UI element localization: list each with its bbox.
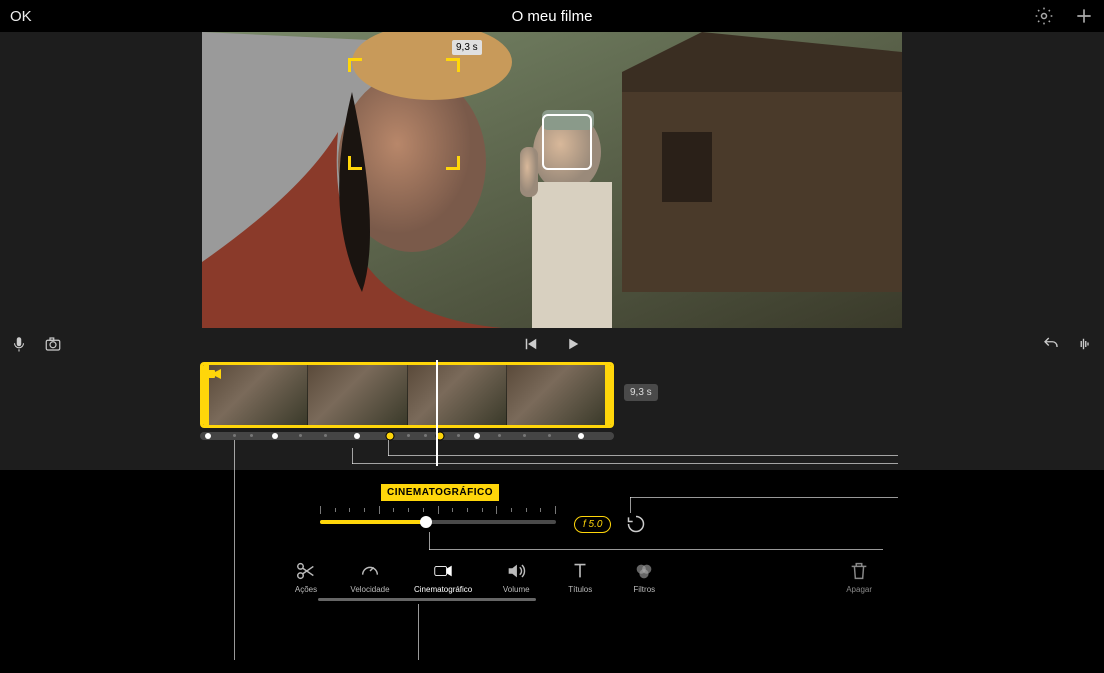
tool-titles[interactable]: Títulos — [560, 560, 600, 594]
timeline[interactable]: 9,3 s — [0, 360, 1104, 470]
volume-icon — [505, 560, 527, 582]
tool-volume[interactable]: Volume — [496, 560, 536, 594]
delete-button[interactable]: Apagar — [846, 560, 872, 594]
header-bar: OK O meu filme — [0, 0, 1104, 32]
titles-icon — [569, 560, 591, 582]
speedometer-icon — [359, 560, 381, 582]
guide-line — [630, 497, 631, 513]
prev-frame-button[interactable] — [522, 335, 540, 353]
preview-area: 9,3 s — [0, 32, 1104, 328]
tool-actions[interactable]: Ações — [286, 560, 326, 594]
scissors-icon — [295, 560, 317, 582]
play-button[interactable] — [564, 335, 582, 353]
depth-slider[interactable] — [320, 506, 556, 528]
undo-icon[interactable] — [1042, 335, 1060, 353]
plus-icon[interactable] — [1074, 6, 1094, 26]
clip[interactable] — [200, 362, 614, 428]
playhead[interactable] — [436, 360, 438, 466]
cinematografico-icon — [432, 560, 454, 582]
camera-icon[interactable] — [44, 335, 62, 353]
video-frame — [202, 32, 902, 328]
thumb — [407, 365, 506, 425]
guide-line — [429, 532, 430, 550]
guide-line — [630, 497, 898, 498]
aperture-badge[interactable]: f 5.0 — [574, 516, 611, 533]
cinematic-badge-icon — [205, 367, 221, 379]
trash-icon — [848, 560, 870, 582]
header-right — [1034, 6, 1094, 26]
tool-filters[interactable]: Filtros — [624, 560, 664, 594]
tool-speed[interactable]: Velocidade — [350, 560, 390, 594]
clip-handle-right[interactable] — [605, 365, 611, 425]
waveform-icon[interactable] — [1076, 335, 1094, 353]
guide-line — [352, 463, 898, 464]
guide-line — [429, 549, 883, 550]
cinematografico-badge: CINEMATOGRÁFICO — [381, 484, 499, 501]
clip-duration-label: 9,3 s — [624, 384, 658, 401]
focus-box-primary[interactable] — [348, 58, 460, 170]
keyframe-track[interactable] — [200, 432, 614, 440]
thumb — [307, 365, 406, 425]
focus-box-secondary[interactable] — [542, 114, 592, 170]
tool-cinematografico[interactable]: Cinematográfico — [414, 560, 472, 594]
preview-frame[interactable]: 9,3 s — [202, 32, 902, 328]
ok-button[interactable]: OK — [10, 8, 32, 25]
project-title: O meu filme — [0, 8, 1104, 25]
filters-icon — [633, 560, 655, 582]
guide-line — [388, 440, 389, 456]
gear-icon[interactable] — [1034, 6, 1054, 26]
mic-icon[interactable] — [10, 335, 28, 353]
duration-tag: 9,3 s — [452, 40, 482, 55]
guide-line — [234, 440, 235, 660]
toolrow-scroll-indicator — [318, 598, 536, 601]
playback-bar — [0, 328, 1104, 360]
tool-row: Ações Velocidade Cinematográfico Volume … — [286, 560, 664, 594]
reset-icon[interactable] — [626, 514, 646, 534]
thumb — [209, 365, 307, 425]
guide-line — [388, 455, 898, 456]
cinematografico-panel: CINEMATOGRÁFICO f 5.0 Ações Velocidade C… — [0, 470, 1104, 673]
thumb — [506, 365, 605, 425]
header-left: OK — [10, 8, 32, 25]
guide-line — [352, 448, 353, 464]
guide-line — [418, 604, 419, 660]
